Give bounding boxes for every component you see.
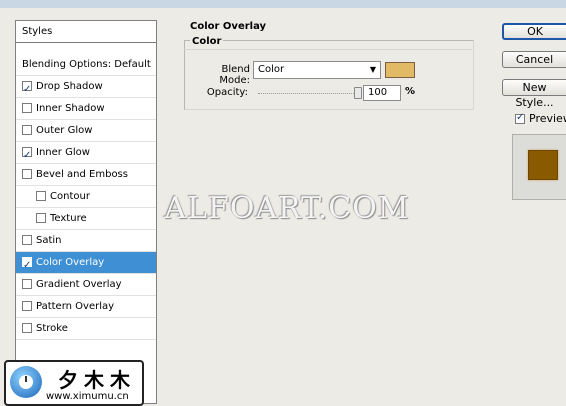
group-title: Color: [190, 36, 224, 47]
site-logo-badge: 夕木木 www.ximumu.cn: [4, 360, 144, 406]
style-item-blending-options-default[interactable]: Blending Options: Default: [16, 54, 156, 76]
preview-checkbox[interactable]: [515, 112, 525, 124]
style-item-label: Texture: [50, 213, 87, 224]
style-item-satin[interactable]: Satin: [16, 230, 156, 252]
style-item-color-overlay[interactable]: Color Overlay: [16, 252, 156, 274]
watermark-text: ALFOART.COM: [164, 191, 410, 226]
style-item-outer-glow[interactable]: Outer Glow: [16, 120, 156, 142]
style-item-label: Inner Shadow: [36, 103, 105, 114]
opacity-label: Opacity:: [206, 87, 248, 98]
style-item-stroke[interactable]: Stroke: [16, 318, 156, 340]
section-title: Color Overlay: [190, 21, 267, 32]
opacity-unit: %: [405, 86, 416, 97]
preview-toggle[interactable]: Preview: [515, 112, 566, 125]
style-item-label: Gradient Overlay: [36, 279, 122, 290]
style-checkbox[interactable]: [22, 103, 32, 113]
style-item-contour[interactable]: Contour: [16, 186, 156, 208]
new-style-button[interactable]: New Style...: [502, 79, 566, 109]
style-item-label: Satin: [36, 235, 62, 246]
style-item-bevel-and-emboss[interactable]: Bevel and Emboss: [16, 164, 156, 186]
style-checkbox[interactable]: [22, 79, 32, 97]
ok-button[interactable]: OK: [502, 23, 566, 40]
layer-style-dialog: Styles Blending Options: Default Drop Sha…: [0, 8, 566, 406]
style-item-label: Inner Glow: [36, 147, 90, 158]
style-item-label: Bevel and Emboss: [36, 169, 128, 180]
style-checkbox[interactable]: [22, 279, 32, 289]
blend-mode-label: Blend Mode:: [219, 64, 250, 86]
opacity-slider-track[interactable]: [258, 93, 358, 95]
preview-label: Preview: [529, 112, 566, 125]
style-checkbox[interactable]: [22, 323, 32, 333]
style-item-label: Pattern Overlay: [36, 301, 115, 312]
style-checkbox[interactable]: [22, 235, 32, 245]
styles-header[interactable]: Styles: [16, 21, 156, 43]
logo-url-text: www.ximumu.cn: [46, 391, 129, 402]
style-checkbox[interactable]: [22, 301, 32, 311]
style-checkbox[interactable]: [22, 145, 32, 163]
group-divider: [184, 49, 472, 50]
style-item-gradient-overlay[interactable]: Gradient Overlay: [16, 274, 156, 296]
style-item-label: Contour: [50, 191, 90, 202]
cancel-button[interactable]: Cancel: [502, 51, 566, 68]
style-item-label: Outer Glow: [36, 125, 93, 136]
style-item-label: Color Overlay: [36, 257, 105, 268]
clock-logo-icon: [10, 366, 42, 398]
opacity-slider-thumb[interactable]: [354, 87, 362, 99]
style-item-drop-shadow[interactable]: Drop Shadow: [16, 76, 156, 98]
style-checkbox[interactable]: [22, 169, 32, 179]
logo-chinese-text: 夕木木: [58, 368, 136, 392]
style-item-inner-shadow[interactable]: Inner Shadow: [16, 98, 156, 120]
opacity-input[interactable]: 100: [363, 85, 401, 101]
style-checkbox[interactable]: [36, 191, 46, 201]
style-checkbox[interactable]: [22, 255, 32, 273]
style-item-label: Drop Shadow: [36, 81, 103, 92]
style-checkbox[interactable]: [36, 213, 46, 223]
overlay-color-swatch[interactable]: [385, 62, 415, 78]
style-item-label: Blending Options: Default: [22, 59, 151, 70]
style-item-texture[interactable]: Texture: [16, 208, 156, 230]
style-item-pattern-overlay[interactable]: Pattern Overlay: [16, 296, 156, 318]
blend-mode-value: Color: [258, 64, 285, 75]
style-item-label: Stroke: [36, 323, 68, 334]
preview-swatch: [528, 150, 558, 180]
style-checkbox[interactable]: [22, 125, 32, 135]
blend-mode-select[interactable]: Color ▼: [253, 61, 381, 79]
style-item-inner-glow[interactable]: Inner Glow: [16, 142, 156, 164]
chevron-down-icon: ▼: [369, 65, 376, 74]
styles-list: Styles Blending Options: Default Drop Sha…: [15, 20, 157, 404]
